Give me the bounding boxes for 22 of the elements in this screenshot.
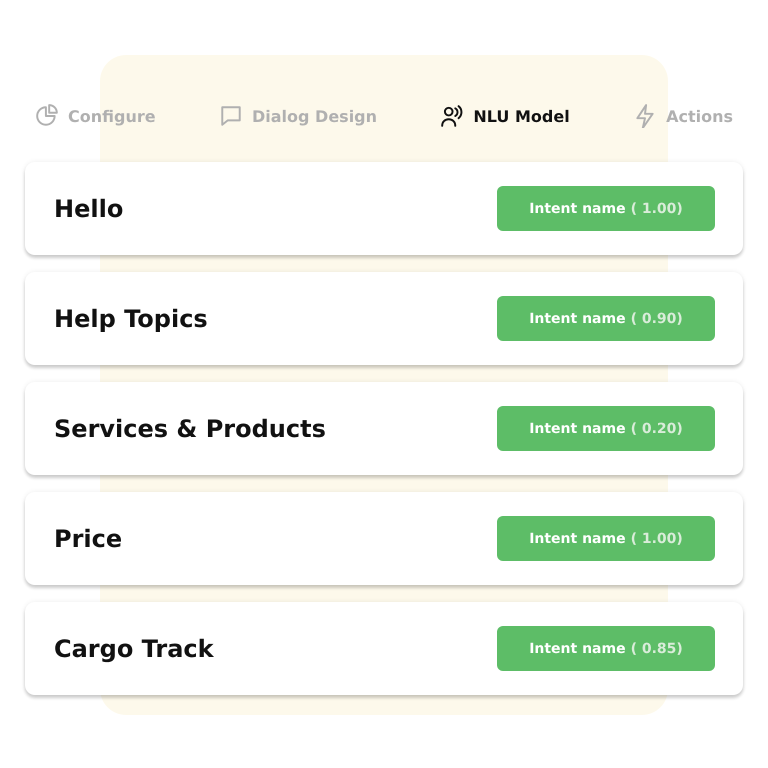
intent-title: Services & Products [54, 414, 326, 442]
chat-bubble-icon [218, 104, 243, 128]
people-icon [440, 104, 464, 128]
intent-title: Help Topics [54, 304, 208, 332]
intent-name: Intent name [529, 420, 626, 436]
intent-name: Intent name [529, 530, 626, 546]
pie-chart-icon [35, 104, 59, 128]
confidence-score: ( 0.20) [630, 420, 683, 436]
intent-title: Price [54, 524, 122, 552]
confidence-score: ( 0.85) [630, 640, 683, 656]
confidence-score: ( 1.00) [630, 530, 683, 546]
intent-name: Intent name [529, 310, 626, 326]
tab[interactable]: Configure [35, 104, 156, 128]
confidence-score: ( 0.90) [630, 310, 683, 326]
intent-name: Intent name [529, 200, 626, 216]
tab[interactable]: Dialog Design [218, 104, 378, 128]
tab[interactable]: Actions [633, 104, 733, 128]
confidence-score: ( 1.00) [630, 200, 683, 216]
intent-name: Intent name [529, 640, 626, 656]
intent-title: Cargo Track [54, 634, 214, 662]
tab[interactable]: NLU Model [440, 104, 570, 128]
intent-title: Hello [54, 194, 124, 222]
